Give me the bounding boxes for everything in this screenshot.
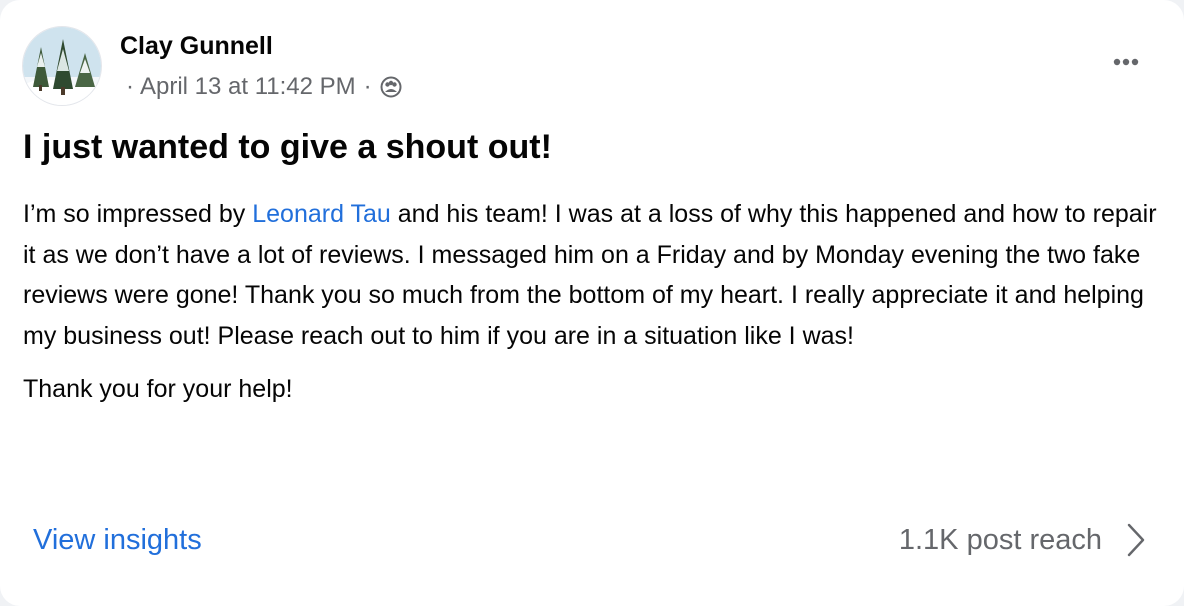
post-paragraph-2: Thank you for your help! [23,375,293,403]
mention-link[interactable]: Leonard Tau [252,200,391,228]
avatar-image [23,27,101,105]
post-paragraph-1: I’m so impressed by Leonard Tau and his … [23,194,1163,356]
paragraph-text-start: I’m so impressed by [23,200,253,228]
post-card: Clay Gunnell · April 13 at 11:42 PM · I … [0,0,1184,606]
more-options-button[interactable] [1100,46,1152,78]
post-timestamp[interactable]: April 13 at 11:42 PM [140,72,356,102]
more-options-icon [1113,58,1139,66]
post-meta: · April 13 at 11:42 PM · [126,72,402,102]
post-body: I’m so impressed by Leonard Tau and his … [23,194,1163,410]
author-name[interactable]: Clay Gunnell [120,30,273,62]
post-reach-button[interactable]: 1.1K post reach [899,520,1146,560]
avatar[interactable] [22,26,102,106]
meta-separator: · [363,73,372,100]
post-headline: I just wanted to give a shout out! [23,128,552,166]
view-insights-link[interactable]: View insights [33,520,202,560]
group-audience-icon[interactable] [380,76,402,98]
chevron-right-icon [1126,522,1146,558]
bullet: · [126,73,134,100]
post-reach-count: 1.1K post reach [898,524,1102,556]
